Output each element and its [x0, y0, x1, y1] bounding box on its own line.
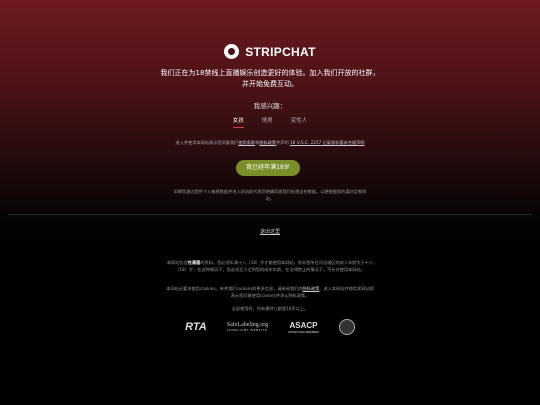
rta-badge[interactable]: RTA [185, 321, 207, 333]
interest-tabs: 女孩 情男 变性人 [0, 116, 540, 128]
stripchat-logo-icon [224, 44, 240, 59]
tab-couples[interactable]: 情男 [262, 116, 273, 128]
age-confirm-button[interactable]: 我已经年满18岁 [236, 160, 300, 176]
cookie-privacy-link[interactable]: 隐私政策 [303, 286, 320, 291]
safelabeling-badge[interactable]: SafeLabeling.org COMPLIANT WEBSITE [227, 322, 268, 332]
privacy-policy-link[interactable]: 隐私政策 [259, 140, 276, 145]
interest-title: 我感兴趣： [253, 102, 287, 110]
model-age-notice: 全部使用时，所有模特儿都是18岁以上。 [231, 306, 309, 311]
adult-content-notice: 本网站包含性暴露的资料。您必须年满十八（18）岁才能使用本网站，除非您所在司法辖… [166, 260, 374, 272]
terms-of-use-link[interactable]: 使用条款 [238, 140, 255, 145]
tab-trans[interactable]: 变性人 [291, 116, 308, 128]
usc-2257-link[interactable]: 18 U.S.C. 2257 记录保存要求合规声明 [290, 140, 365, 145]
brand-logo[interactable]: STRIPCHAT [0, 44, 540, 59]
compliance-badges: RTA SafeLabeling.org COMPLIANT WEBSITE A… [0, 319, 540, 335]
tab-girls[interactable]: 女孩 [232, 116, 244, 128]
terms-text: 进入并使用本网站表示您同意我们使用条款和隐私政策并声明 18 U.S.C. 22… [175, 140, 365, 145]
exit-link[interactable]: 退出这里 [0, 228, 540, 235]
seal-badge-icon[interactable] [338, 319, 355, 335]
asacp-badge[interactable]: ASACP APPROVED MEMBER [288, 321, 319, 334]
brand-name: STRIPCHAT [245, 44, 316, 59]
headline: 我们正在为18禁线上直播娱乐创造更好的体验。加入我们开放的社群，并开始免费互动。 [160, 69, 380, 88]
divider [8, 214, 532, 215]
cookie-notice: 本网站还要求使用cookies。有关我们cookies的更多信息，请参阅我们的隐… [166, 286, 374, 298]
data-consent-text: 如果您通过提供个人敏感数据并进入网站即代表您明确同意我们处理这些数据，以便根据您… [173, 189, 367, 201]
